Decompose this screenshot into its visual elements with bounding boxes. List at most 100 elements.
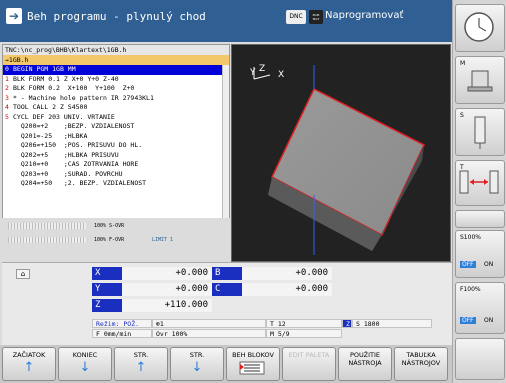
axis-value: +0.000 [122,283,212,296]
line-text: Q206=+150 ;POS. PRISUVU DO HL. [13,141,143,149]
line-text: BLK FORM 0.1 Z X+0 Y+0 Z-40 [13,74,119,83]
softkey-block-scan[interactable]: BEH BLOKOV [226,347,280,381]
tool-table-cell[interactable] [455,338,505,380]
softkey-page-up[interactable]: STR. ↑ [114,347,168,381]
axis-value: +0.000 [242,267,332,280]
spindle-override-bar [8,223,86,229]
program-line[interactable]: 2 BLK FORM 0.2 X+100 Y+100 Z+0 [3,84,229,94]
override-status: Ovr 100% [152,329,266,338]
off-badge[interactable]: OFF [460,261,476,268]
program-path: TNC:\nc_prog\BHB\Klartext\1GB.h [3,45,229,55]
softkey-bar: ZAČIATOK ↑ KONIEC ↓ STR. ↑ STR. ↓ BEH BL… [0,345,452,383]
empty-cell [455,210,505,228]
s-function-cell[interactable]: S [455,108,505,156]
softkey-label: TABUĽKA NÁSTROJOV [401,351,441,367]
mode-title: Beh programu - plynulý chod [27,9,206,23]
line-number: 2 [5,84,9,92]
program-run-icon: ➔ [6,8,22,24]
axis-y-label: Y [249,68,256,78]
off-badge[interactable]: OFF [460,317,476,324]
softkey-label: EDIT PALETA [288,351,330,359]
softkey-tool-table[interactable]: TABUĽKA NÁSTROJOV [394,347,448,381]
axis-name: X [92,267,122,280]
clock-icon [464,12,494,42]
line-text: Q202=+5 ;HLBKA PRISUVU [13,150,119,159]
line-text: Q210=+0 ;CAS ZOTRVANIA HORE [13,160,139,168]
spindle-override-cell[interactable]: S100% OFF ON [455,230,505,278]
axis-value: +0.000 [122,267,212,280]
program-line[interactable]: 0 BEGIN PGM 1GB MM [3,65,229,75]
feed-status: F 0mm/min [92,329,152,338]
softkey-begin[interactable]: ZAČIATOK ↑ [2,347,56,381]
spindle-axis-label: Z [342,319,352,328]
programming-mode-title[interactable]: Naprogramovať [325,10,403,21]
t-function-cell[interactable]: T [455,160,505,206]
s-label: S [460,112,464,119]
axis-value: +0.000 [242,283,332,296]
axis-z-label: Z [259,64,265,74]
pgm-mgt-icon[interactable]: PGM MGT [309,10,323,24]
workpiece-top-face [271,87,425,237]
mode-status: Režim: POŽ. [92,319,152,328]
program-line[interactable]: Q210=+0 ;CAS ZOTRVANIA HORE [3,160,229,170]
m-function-cell[interactable]: M [455,56,505,104]
axis-name: Z [92,299,122,312]
program-scrollbar[interactable] [222,65,229,235]
feed-override-bar [8,237,86,243]
softkey-label: KONIEC [72,351,98,359]
datum-status: ⊕1 [152,319,266,328]
axis-c-row: C +0.000 [212,283,332,296]
axis-b-row: B +0.000 [212,267,332,280]
block-scan-icon [239,361,265,375]
line-text: Q204=+50 ;2. BEZP. VZDIALENOST [13,179,147,187]
program-file: →1GB.h [3,55,229,65]
program-line[interactable]: Q200=+2 ;BEZP. VZDIALENOST [3,122,229,132]
line-number: 1 [5,74,9,83]
softkey-label: ZAČIATOK [12,351,46,359]
program-line[interactable]: Q206=+150 ;POS. PRISUVU DO HL. [3,141,229,151]
program-line[interactable]: 1 BLK FORM 0.1 Z X+0 Y+0 Z-40 [3,75,229,85]
axis-name: C [212,283,242,296]
program-line[interactable]: 5 CYCL DEF 203 UNIV. VRTANIE [3,113,229,123]
program-line[interactable]: Q203=+0 ;SURAD. POVRCHU [3,170,229,180]
limit-label: LIMIT 1 [152,237,174,243]
feed-override-cell[interactable]: F100% OFF ON [455,282,505,334]
program-line[interactable]: Q204=+50 ;2. BEZP. VZDIALENOST [3,179,229,189]
clock-cell [455,4,505,52]
axis-z-row: Z +110.000 [92,299,212,312]
line-text: BEGIN PGM 1GB MM [13,65,76,73]
line-text: Q203=+0 ;SURAD. POVRCHU [13,169,123,178]
program-listing[interactable]: TNC:\nc_prog\BHB\Klartext\1GB.h →1GB.h 0… [2,44,230,244]
mode-title-group: ➔ Beh programu - plynulý chod [6,8,206,24]
line-text: CYCL DEF 203 UNIV. VRTANIE [13,112,115,121]
status-display: ⌂ X +0.000 B +0.000 Y +0.000 C +0.000 Z … [2,262,452,345]
line-number: 5 [5,112,9,121]
line-text: TOOL CALL 2 Z S4500 [13,103,88,111]
position-display-icon[interactable]: ⌂ [16,269,30,279]
program-line[interactable]: 3 * - Machine hole pattern IR 27943KL1 [3,94,229,104]
softkey-page-down[interactable]: STR. ↓ [170,347,224,381]
on-label[interactable]: ON [484,317,493,324]
arrow-down-icon: ↓ [191,360,203,375]
feed-override: 100% F-OVR LIMIT 1 [2,232,230,248]
arrow-down-icon: ↓ [79,360,91,375]
softkey-end[interactable]: KONIEC ↓ [58,347,112,381]
program-line[interactable]: Q202=+5 ;HLBKA PRISUVU [3,151,229,161]
line-text: Q200=+2 ;BEZP. VZDIALENOST [13,122,135,130]
line-text: BLK FORM 0.2 X+100 Y+100 Z+0 [13,84,135,92]
workpiece-3d-view: Y Z X [249,64,425,255]
axis-x-label: X [278,70,284,80]
axis-y-row: Y +0.000 [92,283,212,296]
line-text: * - Machine hole pattern IR 27943KL1 [13,93,154,102]
axis-x-row: X +0.000 [92,267,212,280]
dnc-icon[interactable]: DNC [286,10,306,24]
softkey-label: STR. [189,351,205,359]
program-line[interactable]: Q201=-25 ;HLBKA [3,132,229,142]
program-lines[interactable]: 0 BEGIN PGM 1GB MM 1 BLK FORM 0.1 Z X+0 Y+0… [3,65,229,189]
softkey-label: POUŽITIE NÁSTROJA [348,351,382,367]
softkey-edit-pallet: EDIT PALETA [282,347,336,381]
workpiece-graphics[interactable]: Y Z X [231,44,451,262]
softkey-tool-usage[interactable]: POUŽITIE NÁSTROJA [338,347,392,381]
program-line[interactable]: 4 TOOL CALL 2 Z S4500 [3,103,229,113]
on-label[interactable]: ON [484,261,493,268]
